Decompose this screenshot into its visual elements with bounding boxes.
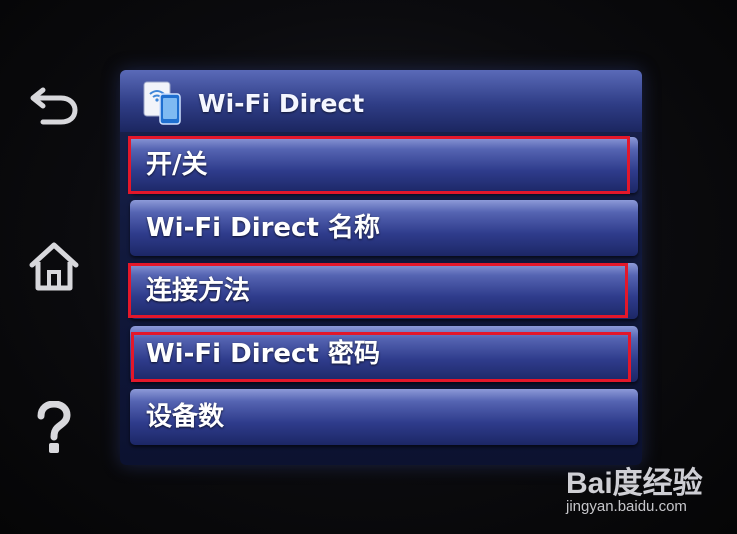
title-bar: Wi-Fi Direct <box>120 70 642 132</box>
home-icon <box>29 242 79 291</box>
menu-item-on-off[interactable]: 开/关 <box>130 137 638 193</box>
menu-item-label: Wi-Fi Direct 名称 <box>146 213 380 243</box>
help-button[interactable] <box>26 400 82 456</box>
menu-item-label: 开/关 <box>146 150 208 180</box>
menu-item-label: 设备数 <box>146 402 225 432</box>
wifi-direct-phone-icon <box>143 81 181 125</box>
menu-item-label: Wi-Fi Direct 密码 <box>146 339 380 369</box>
menu-item-device-count[interactable]: 设备数 <box>130 389 638 445</box>
watermark-brand: Bai度经验 <box>566 467 703 500</box>
back-arrow-icon <box>30 87 78 125</box>
back-button[interactable] <box>26 76 82 132</box>
help-icon <box>37 401 71 453</box>
baidu-jingyan-watermark: Bai度经验 jingyan.baidu.com <box>562 452 734 532</box>
watermark-url: jingyan.baidu.com <box>566 498 687 515</box>
menu-item-label: 连接方法 <box>146 276 251 306</box>
menu-item-connection-method[interactable]: 连接方法 <box>130 263 638 319</box>
page-title: Wi-Fi Direct <box>198 89 365 118</box>
menu-item-wifi-direct-password[interactable]: Wi-Fi Direct 密码 <box>130 326 638 382</box>
menu-item-wifi-direct-name[interactable]: Wi-Fi Direct 名称 <box>130 200 638 256</box>
home-button[interactable] <box>26 238 82 294</box>
touch-screen: Wi-Fi Direct 开/关 Wi-Fi Direct 名称 连接方法 Wi… <box>120 70 642 465</box>
